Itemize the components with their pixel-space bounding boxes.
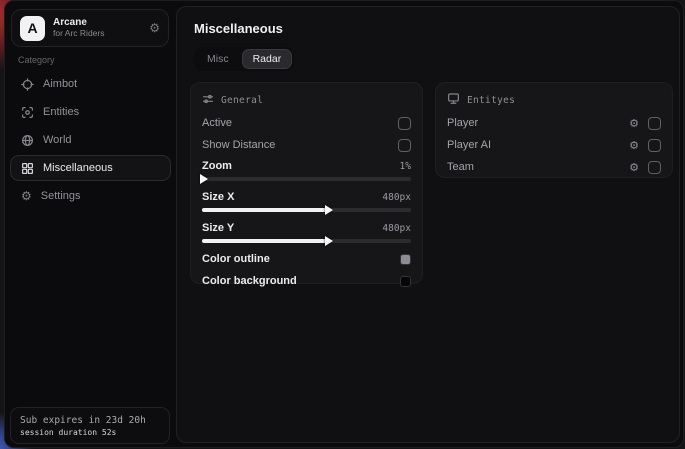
sidebar-item-world[interactable]: World bbox=[10, 127, 171, 153]
size-y-slider-fill bbox=[202, 239, 327, 243]
team-gear-icon[interactable]: ⚙ bbox=[629, 162, 639, 173]
player-ai-row: Player AI ⚙ bbox=[447, 137, 661, 153]
app-subtitle: for Arc Riders bbox=[53, 29, 141, 39]
entities-panel: Entityes Player ⚙ Player AI ⚙ Team ⚙ bbox=[435, 82, 673, 178]
zoom-slider[interactable] bbox=[202, 177, 411, 181]
sidebar-item-miscellaneous[interactable]: Miscellaneous bbox=[10, 155, 171, 181]
general-panel: General Active Show Distance Zoom 1% Siz… bbox=[190, 82, 423, 284]
entities-panel-title: Entityes bbox=[467, 95, 515, 106]
general-panel-header: General bbox=[202, 93, 411, 108]
size-x-label: Size X bbox=[202, 191, 382, 203]
zoom-value: 1% bbox=[400, 161, 411, 172]
sidebar-item-aimbot[interactable]: Aimbot bbox=[10, 71, 171, 97]
player-ai-checkbox[interactable] bbox=[648, 139, 661, 152]
sidebar-item-label: Entities bbox=[43, 106, 79, 118]
grid-icon bbox=[21, 162, 34, 175]
size-x-slider-fill bbox=[202, 208, 327, 212]
app-window: A Arcane for Arc Riders ⚙ Category Aimbo… bbox=[4, 0, 684, 448]
logo-text: Arcane for Arc Riders bbox=[53, 17, 141, 38]
sidebar-item-entities[interactable]: Entities bbox=[10, 99, 171, 125]
active-label: Active bbox=[202, 117, 398, 129]
size-x-slider-thumb[interactable] bbox=[325, 205, 333, 215]
player-row: Player ⚙ bbox=[447, 115, 661, 131]
tab-radar[interactable]: Radar bbox=[242, 49, 293, 69]
zoom-label: Zoom bbox=[202, 160, 400, 172]
sidebar-item-label: Miscellaneous bbox=[43, 162, 113, 174]
team-row: Team ⚙ bbox=[447, 159, 661, 175]
size-y-slider-thumb[interactable] bbox=[325, 236, 333, 246]
player-gear-icon[interactable]: ⚙ bbox=[629, 118, 639, 129]
team-checkbox[interactable] bbox=[648, 161, 661, 174]
player-checkbox[interactable] bbox=[648, 117, 661, 130]
size-x-value: 480px bbox=[382, 192, 411, 203]
show-distance-row: Show Distance bbox=[202, 137, 411, 153]
sidebar-item-label: Aimbot bbox=[43, 78, 77, 90]
sub-expires-text: Sub expires in 23d 20h bbox=[20, 415, 160, 426]
sidebar-nav: Aimbot Entities World Miscellaneous ⚙ Se… bbox=[10, 71, 171, 211]
zoom-row: Zoom 1% bbox=[202, 158, 411, 174]
session-duration-text: session duration 52s bbox=[20, 428, 160, 437]
sidebar-item-label: Settings bbox=[41, 190, 81, 202]
color-outline-label: Color outline bbox=[202, 253, 400, 265]
active-checkbox[interactable] bbox=[398, 117, 411, 130]
color-outline-swatch[interactable] bbox=[400, 254, 411, 265]
size-x-slider[interactable] bbox=[202, 208, 411, 212]
subscription-info: Sub expires in 23d 20h session duration … bbox=[10, 407, 170, 444]
size-y-slider[interactable] bbox=[202, 239, 411, 243]
tab-bar: Misc Radar bbox=[194, 47, 294, 71]
monitor-icon bbox=[447, 92, 460, 110]
player-ai-gear-icon[interactable]: ⚙ bbox=[629, 140, 639, 151]
general-panel-title: General bbox=[221, 95, 263, 106]
color-background-swatch[interactable] bbox=[400, 276, 411, 287]
zoom-slider-thumb[interactable] bbox=[200, 174, 208, 184]
page-title: Miscellaneous bbox=[194, 21, 283, 36]
tab-misc[interactable]: Misc bbox=[196, 49, 240, 69]
main-content: Miscellaneous Misc Radar General Active … bbox=[176, 6, 680, 443]
size-y-label: Size Y bbox=[202, 222, 382, 234]
sliders-icon bbox=[202, 92, 214, 110]
category-label: Category bbox=[18, 55, 55, 65]
gear-icon: ⚙ bbox=[21, 190, 32, 202]
color-background-label: Color background bbox=[202, 275, 400, 287]
color-background-row: Color background bbox=[202, 273, 411, 289]
globe-icon bbox=[21, 134, 34, 147]
size-y-row: Size Y 480px bbox=[202, 220, 411, 236]
active-row: Active bbox=[202, 115, 411, 131]
crosshair-icon bbox=[21, 78, 34, 91]
color-outline-row: Color outline bbox=[202, 251, 411, 267]
account-gear-icon[interactable]: ⚙ bbox=[149, 22, 160, 34]
player-ai-label: Player AI bbox=[447, 139, 629, 151]
app-logo: A bbox=[20, 16, 45, 41]
sidebar-item-settings[interactable]: ⚙ Settings bbox=[10, 183, 171, 209]
team-label: Team bbox=[447, 161, 629, 173]
scan-eye-icon bbox=[21, 106, 34, 119]
show-distance-label: Show Distance bbox=[202, 139, 398, 151]
entities-panel-header: Entityes bbox=[447, 93, 661, 108]
sidebar-item-label: World bbox=[43, 134, 72, 146]
size-y-value: 480px bbox=[382, 223, 411, 234]
show-distance-checkbox[interactable] bbox=[398, 139, 411, 152]
logo-card: A Arcane for Arc Riders ⚙ bbox=[11, 9, 169, 47]
player-label: Player bbox=[447, 117, 629, 129]
size-x-row: Size X 480px bbox=[202, 189, 411, 205]
